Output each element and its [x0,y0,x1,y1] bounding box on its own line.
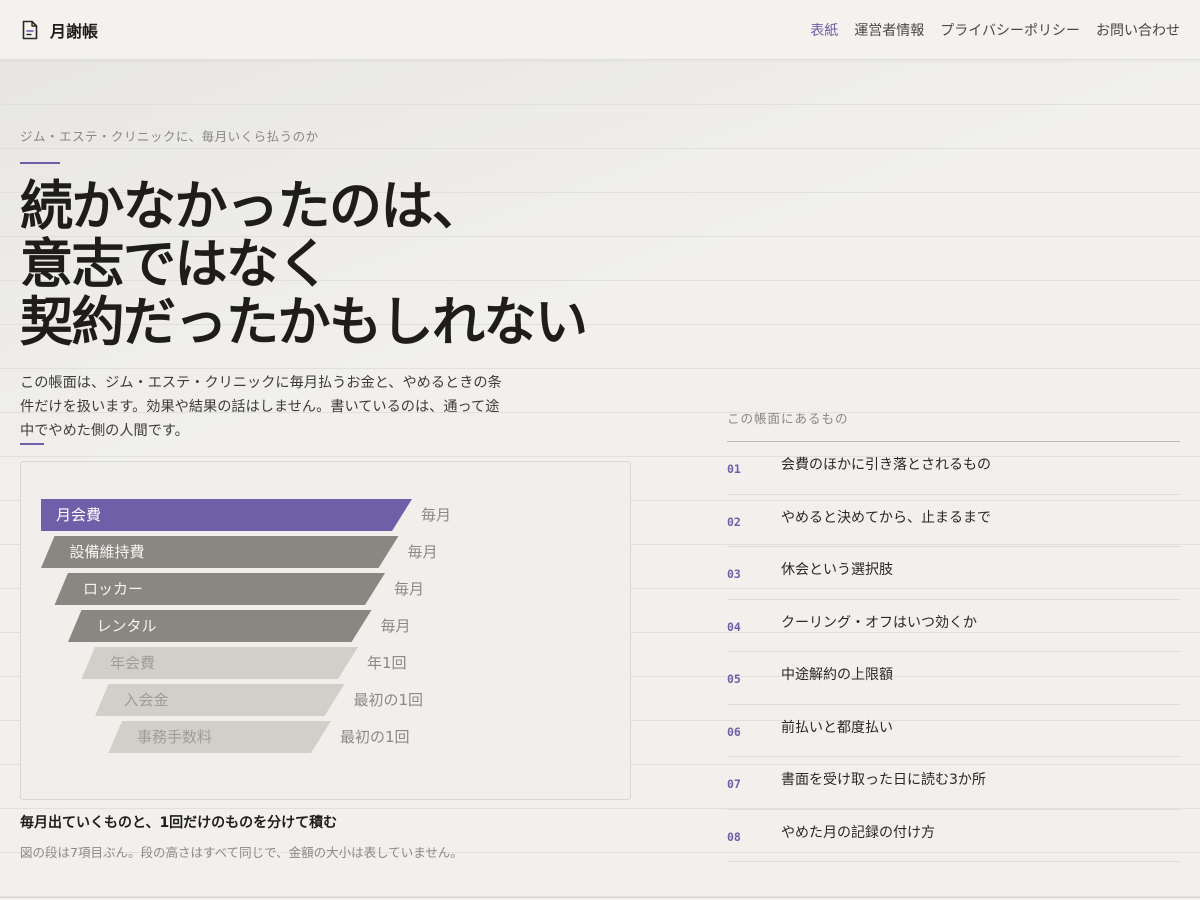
toc-item-number: 07 [727,777,741,791]
diagram-tier: ロッカー 毎月 [21,573,632,605]
intro-paragraph: この帳面は、ジム・エステ・クリニックに毎月払うお金と、やめるときの条 件だけを扱… [20,371,520,443]
toc-item-label: 中途解約の上限額 [781,667,893,683]
toc-item-label: 会費のほかに引き落とされるもの [781,457,991,473]
diagram-tier: 事務手数料 最初の1回 [21,721,632,753]
title-line: 契約だったかもしれない [20,292,588,353]
toc-item[interactable]: 02 やめると決めてから、止まるまで [727,495,1180,547]
diagram-caption: 毎月出ていくものと、1回だけのものを分けて積む [20,815,338,831]
toc-item-number: 08 [727,829,741,844]
tier-label: 月会費 [56,506,102,524]
fee-stack-diagram: 月会費 毎月 設備維持費 毎月 ロッカー 毎月 レンタル 毎月 年会費 年1回 入会金 最初の1回 事務… [20,461,631,800]
toc-item-label: 休会という選択肢 [781,562,893,578]
diagram-tier: 年会費 年1回 [21,647,632,679]
intro-accent-rule [20,443,44,445]
tier-label: 年会費 [110,654,156,672]
toc-item-number: 05 [727,672,741,686]
tier-frequency: 毎月 [394,580,425,598]
tier-label: ロッカー [83,580,144,598]
page-title: 続かなかったのは、 意志ではなく 契約だったかもしれない [20,178,680,352]
toc-item[interactable]: 04 クーリング・オフはいつ効くか [727,600,1180,652]
footer-divider [0,897,1200,898]
tier-frequency: 毎月 [421,506,452,524]
nav-operator-info[interactable]: 運営者情報 [854,20,924,40]
tier-frequency: 最初の1回 [353,691,424,709]
tier-label: 設備維持費 [69,543,145,561]
nav-privacy-policy[interactable]: プライバシーポリシー [940,20,1080,40]
nav-cover[interactable]: 表紙 [810,20,838,40]
toc-item-label: 書面を受け取った日に読む3か所 [781,772,986,788]
tier-frequency: 年1回 [367,654,407,672]
diagram-tier: 月会費 毎月 [21,499,632,531]
main-nav: 表紙 運営者情報 プライバシーポリシー お問い合わせ [810,20,1180,40]
toc-item-number: 02 [727,514,741,529]
tier-label: 入会金 [123,691,169,709]
tier-frequency: 毎月 [380,617,411,635]
document-icon [20,20,40,40]
toc-item[interactable]: 03 休会という選択肢 [727,547,1180,600]
tier-frequency: 毎月 [407,543,438,561]
toc-item-label: クーリング・オフはいつ効くか [781,614,977,631]
intro-line: 件だけを扱います。効果や結果の話はしません。書いているのは、通って途 [20,399,500,415]
toc-list: 01 会費のほかに引き落とされるもの 02 やめると決めてから、止まるまで 03 休会とい… [727,442,1180,862]
toc-item-number: 04 [727,619,741,634]
intro-line: この帳面は、ジム・エステ・クリニックに毎月払うお金と、やめるときの条 [20,375,502,391]
diagram-tier: 入会金 最初の1回 [21,684,632,716]
toc-item-number: 06 [727,724,741,739]
toc-item[interactable]: 05 中途解約の上限額 [727,652,1180,705]
hero-eyebrow: ジム・エステ・クリニックに、毎月いくら払うのか [20,129,319,144]
site-header: 月謝帳 表紙 運営者情報 プライバシーポリシー お問い合わせ [0,0,1200,60]
toc-item-label: やめた月の記録の付け方 [781,824,935,841]
toc-item[interactable]: 08 やめた月の記録の付け方 [727,810,1180,862]
title-line: 続かなかったのは、 [20,176,485,237]
toc-item-label: 前払いと都度払い [781,719,893,736]
diagram-tier: レンタル 毎月 [21,610,632,642]
eyebrow-accent-rule [20,162,60,164]
toc-item[interactable]: 01 会費のほかに引き落とされるもの [727,442,1180,495]
brand-name: 月謝帳 [50,21,99,41]
tier-label: レンタル [96,617,157,635]
intro-line: 中でやめた側の人間です。 [20,423,189,439]
toc-title: この帳面にあるもの [727,411,849,426]
toc-item-number: 01 [727,462,741,476]
toc-item[interactable]: 07 書面を受け取った日に読む3か所 [727,757,1180,810]
diagram-note: 図の段は7項目ぶん。段の高さはすべて同じで、金額の大小は表していません。 [20,845,463,860]
nav-contact[interactable]: お問い合わせ [1096,20,1180,40]
tier-frequency: 最初の1回 [340,728,410,746]
toc-item-label: やめると決めてから、止まるまで [781,509,991,526]
diagram-tier: 設備維持費 毎月 [21,536,632,568]
tier-label: 事務手数料 [137,728,213,746]
tier-shape [68,610,372,642]
title-line: 意志ではなく [20,234,331,295]
brand-link[interactable]: 月謝帳 [20,18,98,42]
toc-item[interactable]: 06 前払いと都度払い [727,705,1180,757]
toc-item-number: 03 [727,567,741,581]
